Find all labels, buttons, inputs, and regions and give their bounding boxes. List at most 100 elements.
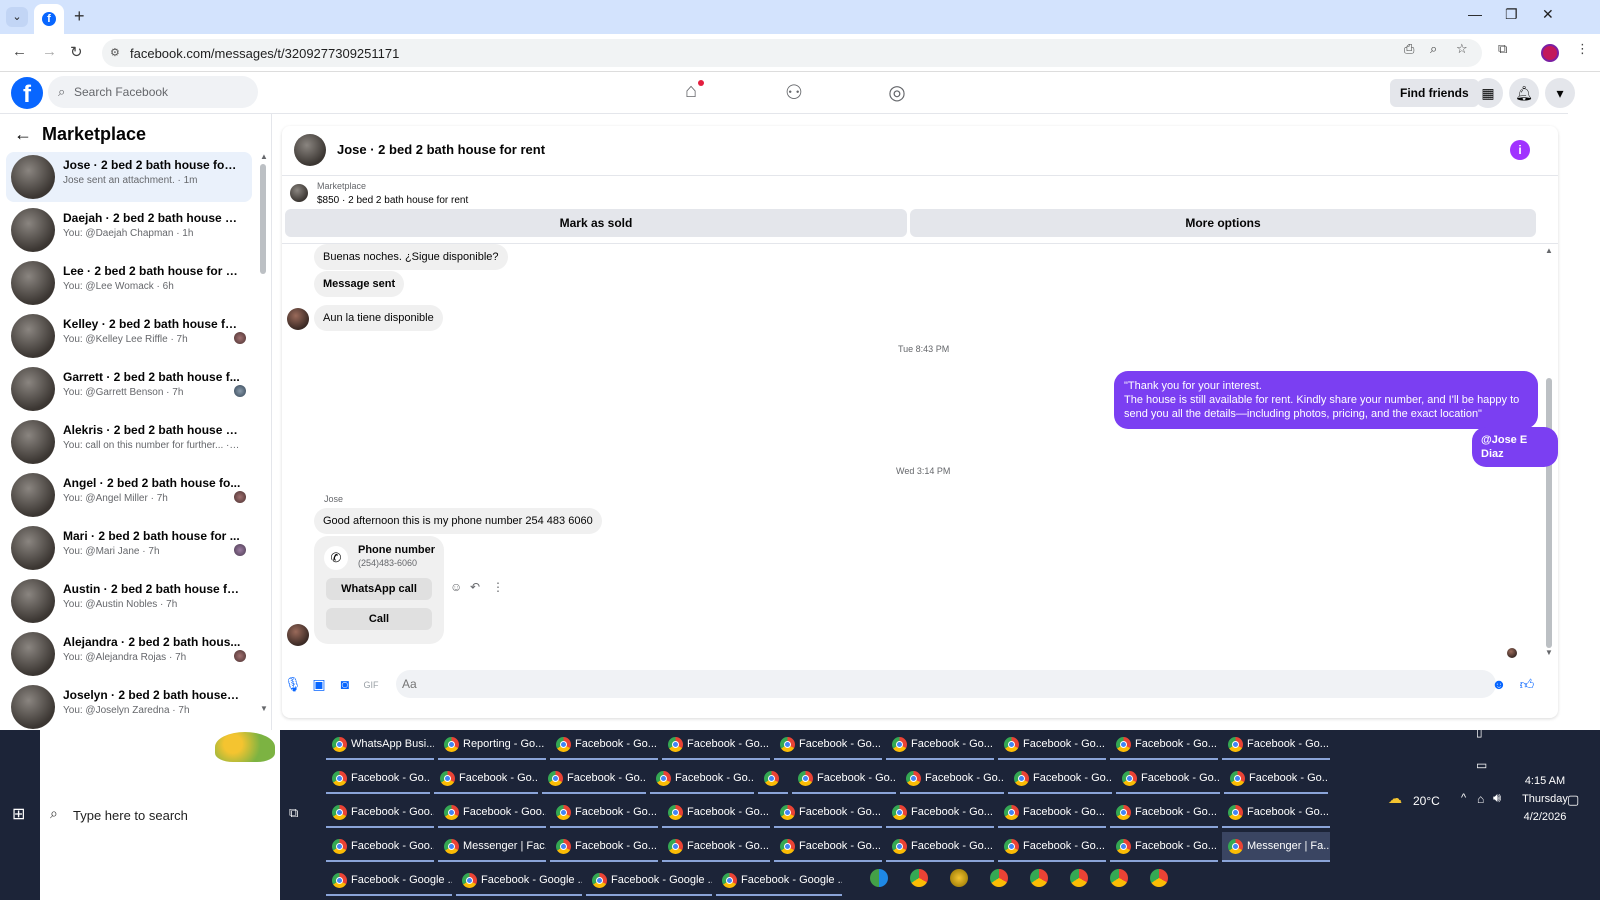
conversation-item[interactable]: Austin · 2 bed 2 bath house for ... You: … [6,576,252,626]
tray-overflow-icon[interactable]: ^ [1461,792,1466,804]
taskbar-window-button[interactable]: Facebook - Go... [886,832,994,862]
taskbar-window-button[interactable]: Messenger | Fac... [438,832,546,862]
extensions-icon[interactable]: ⧉ [1498,41,1507,57]
whatsapp-call-button[interactable]: WhatsApp call [326,578,432,600]
close-window-button[interactable]: ✕ [1542,6,1554,23]
taskbar-window-button[interactable]: Facebook - Go... [1222,798,1330,828]
url-text[interactable]: facebook.com/messages/t/3209277309251171 [130,46,399,61]
bookmark-star-icon[interactable]: ☆ [1456,41,1468,57]
taskbar-window-button[interactable]: Facebook - Go... [662,730,770,760]
browser-menu-icon[interactable]: ⋮ [1576,41,1589,57]
taskbar-window-button[interactable]: Facebook - Go... [650,764,754,794]
chrome-icon[interactable] [910,869,928,887]
taskbar-window-button[interactable]: Facebook - Go... [886,798,994,828]
friends-icon[interactable]: ⚇ [780,80,808,106]
conversation-item[interactable]: Angel · 2 bed 2 bath house fo... You: @An… [6,470,252,520]
react-emoji-icon[interactable]: ☺ [450,580,462,594]
taskbar-window-button[interactable]: Facebook - Go... [1110,730,1218,760]
chrome-icon[interactable] [1150,869,1168,887]
taskbar-window-button[interactable]: Facebook - Go... [434,764,538,794]
message-bubble[interactable]: Good afternoon this is my phone number 2… [314,508,602,534]
profile-avatar[interactable] [1541,44,1559,62]
mention-bubble[interactable]: @Jose E Diaz [1472,427,1558,467]
chrome-icon[interactable] [1070,869,1088,887]
taskbar-window-button[interactable]: Facebook - Go... [1008,764,1112,794]
taskbar-window-button[interactable]: Facebook - Go... [998,730,1106,760]
taskbar-window-button[interactable]: Facebook - Go... [998,798,1106,828]
conversation-item[interactable]: Lee · 2 bed 2 bath house for rent You: @L… [6,258,252,308]
clock-date[interactable]: 4/2/2026 [1505,811,1585,823]
message-bubble[interactable]: Aun la tiene disponible [314,305,443,331]
conversation-item[interactable]: Garrett · 2 bed 2 bath house f... You: @G… [6,364,252,414]
notification-center-icon[interactable]: ▢ [1567,792,1579,808]
zoom-icon[interactable]: ⌕ [1430,41,1437,57]
task-view-icon[interactable]: ⧉ [289,805,298,821]
forward-arrow-icon[interactable]: → [42,43,57,60]
sticker-icon[interactable]: ◙ [336,676,354,694]
facebook-search[interactable]: ⌕ [48,76,258,108]
taskbar-window-button[interactable] [758,764,788,794]
avatar[interactable] [287,308,309,330]
weather-icon[interactable]: ☁ [1388,790,1402,807]
taskbar-search[interactable]: ⌕ Type here to search [40,730,280,900]
scroll-down-arrow-icon[interactable]: ▼ [1545,648,1553,657]
groups-icon[interactable]: ◎ [883,80,911,106]
taskbar-window-button[interactable]: Facebook - Go... [662,832,770,862]
taskbar-window-button[interactable]: Facebook - Go... [998,832,1106,862]
clock-time[interactable]: 4:15 AM [1505,775,1585,787]
image-attach-icon[interactable]: ▣ [310,676,328,694]
chrome-icon[interactable] [1110,869,1128,887]
conversation-item[interactable]: Alekris · 2 bed 2 bath house for ... You:… [6,417,252,467]
facebook-logo[interactable]: f [11,77,43,109]
microphone-icon[interactable]: 🎙︎ [284,676,302,694]
taskbar-window-button[interactable]: Facebook - Google ... [456,866,582,896]
tab-facebook[interactable]: f [34,4,64,34]
menu-grid-icon[interactable]: ▦ [1473,78,1503,108]
taskbar-window-button[interactable]: Facebook - Go... [886,730,994,760]
taskbar-window-button[interactable]: Facebook - Google ... [716,866,842,896]
windows-start-icon[interactable]: ⊞ [12,804,25,824]
listing-thumbnail[interactable] [290,184,308,202]
taskbar-window-button[interactable]: Facebook - Go... [1110,798,1218,828]
taskbar-window-button[interactable]: Facebook - Go... [662,798,770,828]
taskbar-window-button[interactable]: Facebook - Go... [1222,730,1330,760]
conversation-item[interactable]: Mari · 2 bed 2 bath house for ... You: @M… [6,523,252,573]
like-thumbs-up-icon[interactable]: 👍︎ [1518,676,1536,694]
chat-scrollbar[interactable] [1546,378,1552,648]
taskbar-window-button[interactable]: Messenger | Fa... [1222,832,1330,862]
gif-icon[interactable]: GIF [362,676,380,694]
taskbar-window-button[interactable]: Facebook - Go... [326,764,430,794]
notifications-bell-icon[interactable]: 🔔︎ [1509,78,1539,108]
taskbar-window-button[interactable]: Facebook - Goo... [438,798,546,828]
taskbar-window-button[interactable]: Facebook - Go... [550,832,658,862]
listing-title[interactable]: $850 · 2 bed 2 bath house for rent [317,195,468,206]
back-arrow-icon[interactable]: ← [12,43,27,60]
message-bubble[interactable]: Buenas noches. ¿Sigue disponible? [314,244,508,270]
install-app-icon[interactable]: ⎙ [1404,41,1414,57]
info-icon[interactable]: i [1510,140,1530,160]
new-tab-button[interactable]: + [74,6,85,27]
site-info-icon[interactable]: ⚙ [110,46,124,60]
search-input[interactable] [74,82,250,102]
call-button[interactable]: Call [326,608,432,630]
message-input-box[interactable] [396,670,1496,698]
more-options-button[interactable]: More options [910,209,1536,237]
conversation-item[interactable]: Jose · 2 bed 2 bath house for rent Jose s… [6,152,252,202]
app-pinned-icon[interactable] [950,869,968,887]
taskbar-window-button[interactable]: Facebook - Go... [774,798,882,828]
conversation-item[interactable]: Kelley · 2 bed 2 bath house fo... You: @K… [6,311,252,361]
edge-icon[interactable] [870,869,888,887]
back-arrow-icon[interactable]: ← [14,124,32,144]
outgoing-message-bubble[interactable]: "Thank you for your interest. The house … [1114,371,1538,429]
taskbar-window-button[interactable]: Facebook - Go... [1224,764,1328,794]
taskbar-window-button[interactable]: Reporting - Go... [438,730,546,760]
tab-search-dropdown-icon[interactable]: ⌄ [6,7,28,27]
tray-device-icon[interactable]: ▯ [1476,725,1483,739]
taskbar-window-button[interactable]: Facebook - Goo... [326,832,434,862]
tray-display-icon[interactable]: ▭ [1476,758,1487,772]
account-dropdown-icon[interactable]: ▾ [1545,78,1575,108]
conversation-item[interactable]: Joselyn · 2 bed 2 bath house for... You: … [6,682,252,730]
taskbar-window-button[interactable]: Facebook - Go... [1116,764,1220,794]
volume-icon[interactable]: 🔊︎ [1493,790,1501,806]
taskbar-window-button[interactable]: Facebook - Go... [774,730,882,760]
